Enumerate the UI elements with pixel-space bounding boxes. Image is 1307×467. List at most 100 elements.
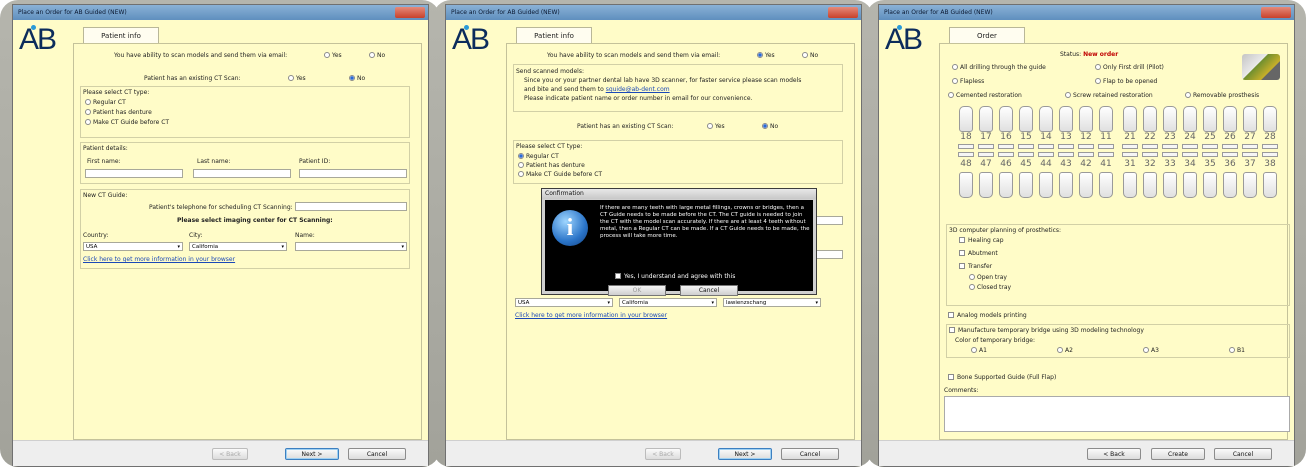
tooth-select-box[interactable] — [1078, 152, 1094, 157]
tooth-lower-33[interactable] — [1163, 172, 1177, 198]
close-button[interactable] — [1261, 7, 1291, 18]
ct-option-denture[interactable]: Patient has denture — [518, 162, 585, 169]
tooth-select-box[interactable] — [1058, 152, 1074, 157]
country-select[interactable]: USA ▾ — [515, 298, 613, 307]
color-a2-radio[interactable]: A2 — [1057, 347, 1073, 354]
back-button[interactable]: < Back — [1087, 448, 1141, 460]
drill-option-pilot[interactable]: Only First drill (Pilot) — [1095, 64, 1164, 71]
tooth-lower-38[interactable] — [1263, 172, 1277, 198]
tooth-upper-18[interactable] — [959, 106, 973, 132]
tooth-lower-42[interactable] — [1079, 172, 1093, 198]
tooth-select-box[interactable] — [1202, 152, 1218, 157]
tooth-lower-47[interactable] — [979, 172, 993, 198]
tooth-select-box[interactable] — [1182, 152, 1198, 157]
healing-cap-checkbox[interactable]: Healing cap — [959, 237, 1004, 244]
tooth-select-box[interactable] — [978, 144, 994, 149]
tooth-upper-23[interactable] — [1163, 106, 1177, 132]
first-name-input[interactable] — [85, 169, 183, 178]
country-select[interactable]: USA ▾ — [83, 242, 183, 251]
ct-yes-radio[interactable]: Yes — [288, 75, 306, 82]
tooth-lower-32[interactable] — [1143, 172, 1157, 198]
cancel-button[interactable]: Cancel — [1214, 448, 1272, 460]
tooth-upper-17[interactable] — [979, 106, 993, 132]
city-select[interactable]: California ▾ — [189, 242, 287, 251]
tooth-select-box[interactable] — [1162, 144, 1178, 149]
tooth-select-box[interactable] — [958, 144, 974, 149]
tooth-lower-34[interactable] — [1183, 172, 1197, 198]
tooth-upper-16[interactable] — [999, 106, 1013, 132]
color-a3-radio[interactable]: A3 — [1143, 347, 1159, 354]
tooth-select-box[interactable] — [998, 152, 1014, 157]
tab-patient-info[interactable]: Patient info — [83, 27, 159, 43]
flap-option-opened[interactable]: Flap to be opened — [1095, 78, 1157, 85]
tooth-select-box[interactable] — [978, 152, 994, 157]
tooth-select-box[interactable] — [1142, 144, 1158, 149]
tooth-select-box[interactable] — [1262, 152, 1278, 157]
analog-models-checkbox[interactable]: Analog models printing — [948, 312, 1027, 319]
imaging-name-select[interactable]: lawienzschang ▾ — [723, 298, 821, 307]
tooth-select-box[interactable] — [1038, 152, 1054, 157]
ct-no-radio[interactable]: No — [762, 123, 778, 130]
tooth-lower-44[interactable] — [1039, 172, 1053, 198]
ct-option-guide[interactable]: Make CT Guide before CT — [85, 119, 169, 126]
color-b1-radio[interactable]: B1 — [1229, 347, 1245, 354]
dialog-ok-button[interactable]: OK — [608, 285, 666, 296]
create-button[interactable]: Create — [1151, 448, 1205, 460]
phone-input[interactable] — [295, 202, 407, 211]
tooth-select-box[interactable] — [1182, 144, 1198, 149]
close-button[interactable] — [828, 7, 858, 18]
ct-no-radio[interactable]: No — [349, 75, 365, 82]
ct-yes-radio[interactable]: Yes — [707, 123, 725, 130]
tooth-upper-11[interactable] — [1099, 106, 1113, 132]
imaging-name-select[interactable]: ▾ — [295, 242, 407, 251]
ct-option-denture[interactable]: Patient has denture — [85, 109, 152, 116]
cancel-button[interactable]: Cancel — [781, 448, 839, 460]
tooth-select-box[interactable] — [1142, 152, 1158, 157]
tooth-lower-45[interactable] — [1019, 172, 1033, 198]
closed-tray-radio[interactable]: Closed tray — [969, 284, 1011, 291]
tooth-upper-21[interactable] — [1123, 106, 1137, 132]
tooth-select-box[interactable] — [1242, 152, 1258, 157]
tooth-select-box[interactable] — [1262, 144, 1278, 149]
tooth-select-box[interactable] — [1018, 152, 1034, 157]
resto-option-removable[interactable]: Removable prosthesis — [1185, 92, 1259, 99]
tooth-select-box[interactable] — [1202, 144, 1218, 149]
tooth-lower-48[interactable] — [959, 172, 973, 198]
more-info-link[interactable]: Click here to get more information in yo… — [515, 312, 667, 319]
tooth-select-box[interactable] — [1098, 144, 1114, 149]
tooth-select-box[interactable] — [1098, 152, 1114, 157]
resto-option-cemented[interactable]: Cemented restoration — [948, 92, 1022, 99]
tab-patient-info[interactable]: Patient info — [516, 27, 592, 43]
ct-option-regular[interactable]: Regular CT — [85, 99, 126, 106]
email-link[interactable]: sguide@ab-dent.com — [606, 86, 670, 93]
tooth-lower-41[interactable] — [1099, 172, 1113, 198]
last-name-input[interactable] — [193, 169, 291, 178]
open-tray-radio[interactable]: Open tray — [969, 274, 1007, 281]
scan-yes-radio[interactable]: Yes — [757, 52, 775, 59]
ct-option-regular[interactable]: Regular CT — [518, 153, 559, 160]
tooth-upper-14[interactable] — [1039, 106, 1053, 132]
next-button[interactable]: Next > — [718, 448, 772, 460]
tooth-select-box[interactable] — [1038, 144, 1054, 149]
resto-option-screw[interactable]: Screw retained restoration — [1065, 92, 1153, 99]
drill-option-all[interactable]: All drilling through the guide — [952, 64, 1046, 71]
scan-no-radio[interactable]: No — [802, 52, 818, 59]
abutment-checkbox[interactable]: Abutment — [959, 250, 998, 257]
tooth-upper-13[interactable] — [1059, 106, 1073, 132]
tooth-lower-31[interactable] — [1123, 172, 1137, 198]
back-button[interactable]: < Back — [645, 448, 681, 460]
bone-supported-checkbox[interactable]: Bone Supported Guide (Full Flap) — [948, 374, 1056, 381]
tooth-lower-36[interactable] — [1223, 172, 1237, 198]
tooth-lower-37[interactable] — [1243, 172, 1257, 198]
transfer-checkbox[interactable]: Transfer — [959, 263, 992, 270]
tooth-select-box[interactable] — [1018, 144, 1034, 149]
tooth-upper-15[interactable] — [1019, 106, 1033, 132]
comments-input[interactable] — [944, 396, 1290, 432]
tooth-select-box[interactable] — [1122, 152, 1138, 157]
tooth-select-box[interactable] — [1162, 152, 1178, 157]
more-info-link[interactable]: Click here to get more information in yo… — [83, 256, 235, 263]
tooth-select-box[interactable] — [1222, 144, 1238, 149]
tooth-upper-26[interactable] — [1223, 106, 1237, 132]
tooth-upper-22[interactable] — [1143, 106, 1157, 132]
tooth-select-box[interactable] — [1058, 144, 1074, 149]
